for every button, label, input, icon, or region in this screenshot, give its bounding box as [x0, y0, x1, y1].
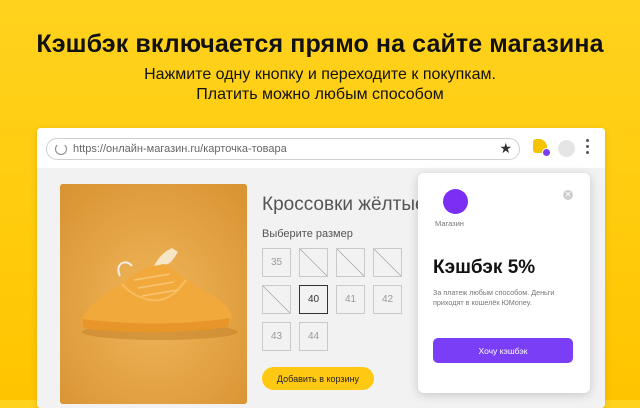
- bookmark-star-icon[interactable]: ★: [499, 140, 512, 157]
- cashback-popup: Магазин ✕ Кэшбэк 5% За платеж любым спос…: [418, 173, 590, 393]
- store-avatar: [443, 189, 468, 214]
- size-option: [336, 248, 365, 277]
- browser-toolbar: https://онлайн-магазин.ru/карточка-товар…: [37, 128, 605, 168]
- close-icon[interactable]: ✕: [563, 190, 573, 200]
- sneaker-image: [60, 184, 247, 404]
- size-option: [373, 248, 402, 277]
- store-label: Магазин: [435, 219, 464, 228]
- url-text: https://онлайн-магазин.ru/карточка-товар…: [73, 143, 287, 155]
- size-option: [262, 285, 291, 314]
- profile-avatar[interactable]: [558, 140, 575, 157]
- browser-menu-icon[interactable]: [586, 139, 590, 157]
- size-label: Выберите размер: [262, 228, 353, 240]
- product-title: Кроссовки жёлтые: [262, 194, 426, 215]
- promo-headline: Кэшбэк включается прямо на сайте магазин…: [36, 30, 604, 58]
- size-option: [299, 248, 328, 277]
- size-option[interactable]: 44: [299, 322, 328, 351]
- size-option[interactable]: 42: [373, 285, 402, 314]
- promo-subline-1: Нажмите одну кнопку и переходите к покуп…: [144, 66, 496, 83]
- want-cashback-button[interactable]: Хочу кэшбэк: [433, 338, 573, 363]
- address-bar[interactable]: https://онлайн-магазин.ru/карточка-товар…: [46, 138, 520, 160]
- size-option[interactable]: 35: [262, 248, 291, 277]
- product-image: [60, 184, 247, 404]
- cashback-description: За платеж любым способом. Деньги приходя…: [433, 288, 555, 307]
- size-option[interactable]: 43: [262, 322, 291, 351]
- cashback-title: Кэшбэк 5%: [433, 257, 536, 278]
- reload-icon[interactable]: [55, 143, 67, 155]
- add-to-cart-button[interactable]: Добавить в корзину: [262, 367, 374, 390]
- size-option[interactable]: 41: [336, 285, 365, 314]
- extension-badge-icon: [542, 148, 551, 157]
- promo-subline-2: Платить можно любым способом: [196, 86, 444, 103]
- size-option[interactable]: 40: [299, 285, 328, 314]
